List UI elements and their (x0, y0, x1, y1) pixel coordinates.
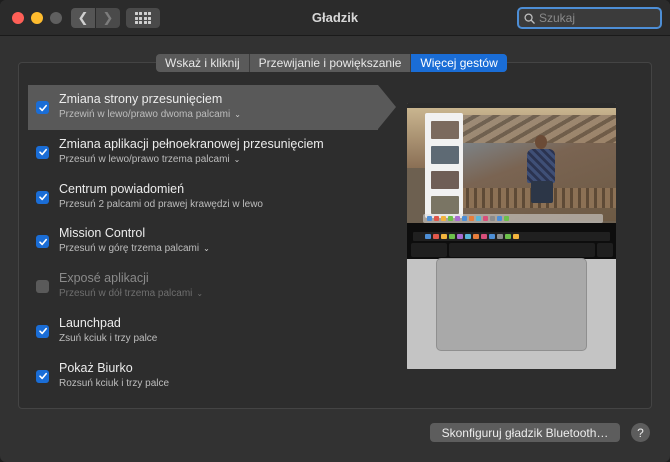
gesture-checkbox[interactable] (36, 235, 49, 249)
gesture-swipe-fullscreen-apps[interactable]: Zmiana aplikacji pełnoekranowej przesuni… (28, 130, 378, 175)
gesture-title: Mission Control (59, 226, 146, 241)
gesture-checkbox[interactable] (36, 190, 49, 204)
gesture-preview-video (407, 103, 616, 369)
gesture-checkbox[interactable] (36, 145, 49, 159)
chevron-down-icon: ⌄ (203, 244, 210, 254)
gesture-description: Rozsuń kciuk i trzy palce (59, 377, 170, 389)
preview-person-image (525, 135, 557, 205)
preview-trackpad (436, 258, 587, 351)
gesture-mission-control[interactable]: Mission Control Przesuń w górę trzema pa… (28, 219, 378, 264)
preview-touch-bar (413, 232, 610, 241)
preferences-window: ❮ ❯ Gładzik Wskaż i kliknij Przewijanie … (0, 0, 670, 462)
gesture-option-dropdown[interactable]: Przewiń w lewo/prawo dwoma palcami ⌄ (59, 109, 378, 120)
gesture-checkbox[interactable] (36, 369, 49, 383)
checkmark-icon (38, 238, 47, 246)
checkmark-icon (38, 328, 47, 335)
gesture-title: Centrum powiadomień (59, 181, 185, 196)
gesture-checkbox[interactable] (36, 101, 49, 114)
gesture-description: Zsuń kciuk i trzy palce (59, 332, 158, 344)
preview-laptop-screen (407, 103, 616, 223)
gesture-swipe-between-pages[interactable]: Zmiana strony przesunięciem Przewiń w le… (28, 85, 396, 130)
question-mark-icon: ? (637, 425, 644, 440)
checkmark-icon (38, 104, 47, 111)
preview-dock (423, 214, 603, 223)
tab-more-gestures[interactable]: Więcej gestów (411, 54, 507, 72)
search-input[interactable] (539, 11, 649, 25)
chevron-down-icon: ⌄ (196, 289, 204, 299)
chevron-down-icon: ⌄ (233, 154, 241, 164)
tab-point-and-click[interactable]: Wskaż i kliknij (156, 54, 250, 72)
tab-bar: Wskaż i kliknij Przewijanie i powiększan… (156, 54, 507, 72)
gesture-list: Zmiana strony przesunięciem Przewiń w le… (28, 85, 396, 399)
gesture-title: Exposé aplikacji (59, 271, 149, 286)
gesture-app-expose[interactable]: Exposé aplikacji Przesuń w dół trzema pa… (28, 264, 378, 309)
gesture-description: Przesuń 2 palcami od prawej krawędzi w l… (59, 198, 263, 210)
checkmark-icon (38, 193, 47, 201)
gesture-title: Zmiana strony przesunięciem (59, 92, 223, 106)
gesture-title: Pokaż Biurko (59, 360, 133, 375)
gesture-option-dropdown: Przesuń w dół trzema palcami ⌄ (59, 288, 204, 300)
gesture-checkbox[interactable] (36, 280, 49, 294)
checkmark-icon (38, 373, 47, 380)
gesture-checkbox[interactable] (36, 324, 49, 338)
search-field[interactable] (517, 7, 662, 29)
title-bar: ❮ ❯ Gładzik (0, 0, 670, 36)
gesture-title: Zmiana aplikacji pełnoekranowej przesuni… (59, 136, 324, 151)
checkmark-icon (38, 149, 47, 156)
gesture-option-dropdown[interactable]: Przesuń w lewo/prawo trzema palcami ⌄ (59, 154, 378, 165)
gesture-show-desktop[interactable]: Pokaż Biurko Rozsuń kciuk i trzy palce (28, 354, 378, 399)
gesture-launchpad[interactable]: Launchpad Zsuń kciuk i trzy palce (28, 309, 378, 354)
gesture-title: Launchpad (59, 315, 121, 330)
setup-bluetooth-trackpad-button[interactable]: Skonfiguruj gładzik Bluetooth… (430, 423, 620, 442)
chevron-down-icon: ⌄ (234, 110, 241, 119)
search-icon (524, 12, 535, 24)
gesture-notification-center[interactable]: Centrum powiadomień Przesuń 2 palcami od… (28, 175, 378, 220)
tab-scroll-and-zoom[interactable]: Przewijanie i powiększanie (250, 54, 412, 72)
gesture-option-dropdown[interactable]: Przesuń w górę trzema palcami ⌄ (59, 243, 378, 254)
help-button[interactable]: ? (631, 423, 650, 442)
